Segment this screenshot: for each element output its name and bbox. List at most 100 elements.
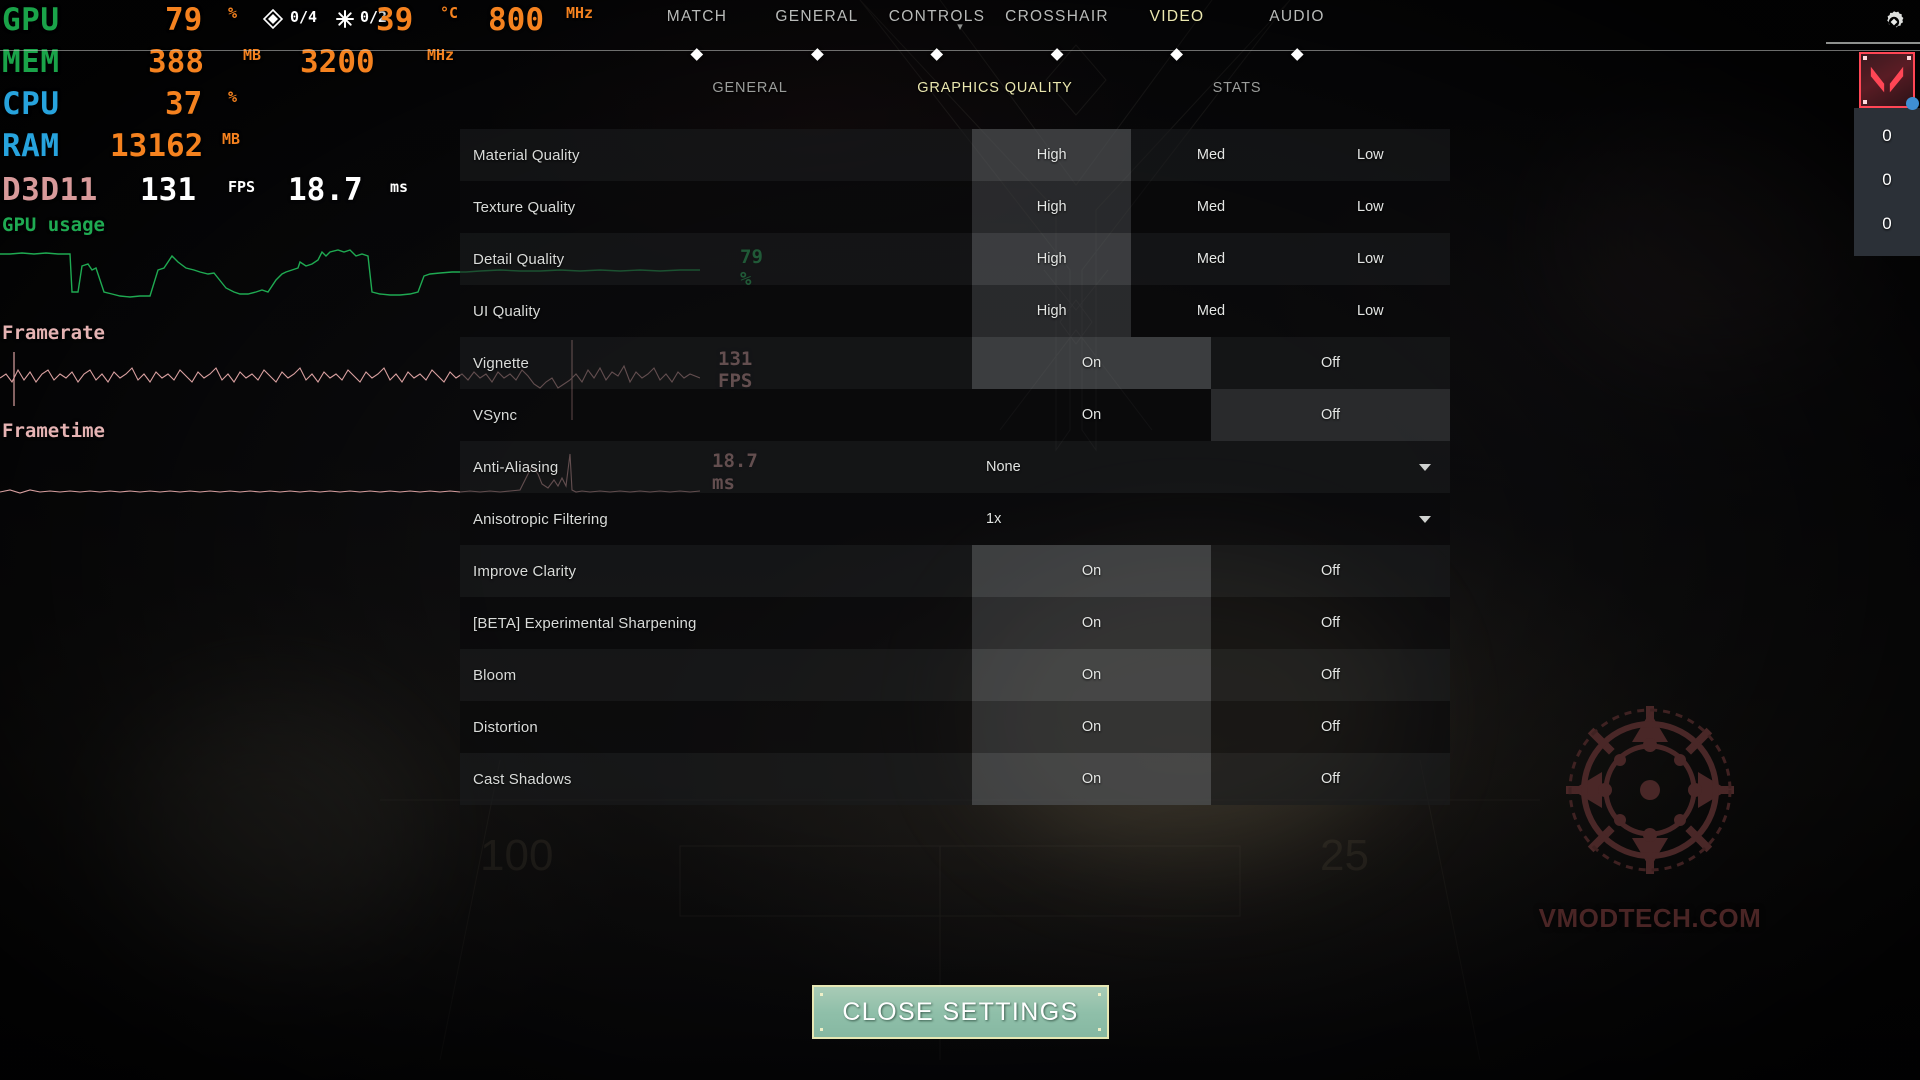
settings-row: Vignette On Off xyxy=(460,337,1450,389)
settings-option-on[interactable]: On xyxy=(972,389,1211,441)
settings-row-label: Detail Quality xyxy=(473,250,565,268)
settings-segment-group: On Off xyxy=(972,597,1450,649)
settings-option-on[interactable]: On xyxy=(972,597,1211,649)
settings-option-off[interactable]: Off xyxy=(1211,701,1450,753)
chevron-down-icon xyxy=(1419,515,1431,523)
osd-value-ram: 13162 xyxy=(110,128,204,164)
settings-option-high[interactable]: High xyxy=(972,129,1132,181)
hud-stat-value: 0 xyxy=(1882,170,1892,189)
osd-unit-cpu: % xyxy=(228,88,238,106)
settings-segment-group: On Off xyxy=(972,701,1450,753)
nav-item-label: VIDEO xyxy=(1149,8,1205,25)
settings-option-low[interactable]: Low xyxy=(1291,285,1450,337)
nav-item-label: MATCH xyxy=(666,8,728,25)
close-settings-label: CLOSE SETTINGS xyxy=(842,997,1079,1026)
osd-value-frametime: 18.7 xyxy=(288,172,363,208)
status-dot-icon xyxy=(1906,97,1919,110)
capture-hud-panel: 0 0 0 xyxy=(1826,40,1920,256)
settings-option-off[interactable]: Off xyxy=(1211,597,1450,649)
hud-stats-list: 0 0 0 xyxy=(1854,108,1920,256)
subtab-general[interactable]: GENERAL xyxy=(712,80,787,96)
settings-row-label: Cast Shadows xyxy=(473,770,572,788)
osd-graph-gpu-usage: GPU usage 79 % xyxy=(0,214,763,322)
settings-option-off[interactable]: Off xyxy=(1211,337,1450,389)
corner-dot-tr xyxy=(1098,993,1101,996)
osd-key-ram: RAM xyxy=(2,128,60,164)
settings-row-label: Texture Quality xyxy=(473,198,576,216)
settings-row-label: [BETA] Experimental Sharpening xyxy=(473,614,697,632)
settings-option-on[interactable]: On xyxy=(972,753,1211,805)
settings-row: Detail Quality High Med Low xyxy=(460,233,1450,285)
settings-row: Texture Quality High Med Low xyxy=(460,181,1450,233)
settings-option-high[interactable]: High xyxy=(972,233,1132,285)
settings-row: Distortion On Off xyxy=(460,701,1450,753)
main-navigation: MATCH GENERAL CONTROLS CROSSHAIR VIDEO AUDIO … xyxy=(0,0,1920,64)
nav-items-container: MATCH GENERAL CONTROLS CROSSHAIR VIDEO AUDIO xyxy=(600,8,1324,62)
settings-row: Material Quality High Med Low xyxy=(460,129,1450,181)
settings-dropdown[interactable]: None xyxy=(972,441,1450,493)
nav-item-label: CROSSHAIR xyxy=(1005,8,1109,25)
chevron-down-icon: ▾ xyxy=(957,21,963,33)
performance-osd-overlay: GPU 79 % 0/4 0/2 39 °C 800 MHz MEM 388 M… xyxy=(0,0,763,510)
nav-item-controls[interactable]: CONTROLS xyxy=(888,8,986,61)
subtab-graphics-quality[interactable]: GRAPHICS QUALITY xyxy=(917,80,1072,96)
settings-row: Improve Clarity On Off xyxy=(460,545,1450,597)
settings-row-label: Vignette xyxy=(473,354,529,372)
nav-item-audio[interactable]: AUDIO xyxy=(1269,8,1325,61)
settings-segment-group: On Off xyxy=(972,649,1450,701)
settings-option-off[interactable]: Off xyxy=(1211,389,1450,441)
corner-dot-br xyxy=(1098,1028,1101,1031)
nav-item-video[interactable]: VIDEO xyxy=(1149,8,1205,61)
close-settings-button[interactable]: CLOSE SETTINGS xyxy=(812,985,1109,1039)
osd-graph-framerate: Framerate 131 FPS xyxy=(0,322,752,420)
gear-icon[interactable] xyxy=(1880,8,1908,36)
settings-option-off[interactable]: Off xyxy=(1211,753,1450,805)
nav-item-crosshair[interactable]: CROSSHAIR xyxy=(1005,8,1109,61)
settings-row: Bloom On Off xyxy=(460,649,1450,701)
settings-option-low[interactable]: Low xyxy=(1291,129,1450,181)
settings-option-med[interactable]: Med xyxy=(1131,285,1290,337)
settings-row-label: Improve Clarity xyxy=(473,562,577,580)
nav-item-label: GENERAL xyxy=(775,8,859,25)
corner-dot-tl xyxy=(820,993,823,996)
settings-segment-group: On Off xyxy=(972,337,1450,389)
nav-item-diamond-icon xyxy=(810,48,824,61)
settings-option-on[interactable]: On xyxy=(972,701,1211,753)
nav-item-label: CONTROLS xyxy=(888,8,986,25)
settings-row: VSync On Off xyxy=(460,389,1450,441)
settings-option-med[interactable]: Med xyxy=(1131,129,1290,181)
hud-stat-value: 0 xyxy=(1882,214,1892,233)
settings-segment-group: High Med Low xyxy=(972,285,1450,337)
nav-item-match[interactable]: MATCH xyxy=(666,8,728,61)
settings-row: Anisotropic Filtering 1x xyxy=(460,493,1450,545)
settings-option-med[interactable]: Med xyxy=(1131,181,1290,233)
settings-option-low[interactable]: Low xyxy=(1291,181,1450,233)
game-screen: 100 25 GPU 79 % 0/4 0/2 39 °C 800 MHz xyxy=(0,0,1920,1080)
thumb-handle-bl[interactable] xyxy=(1863,100,1867,104)
valorant-logo-icon[interactable] xyxy=(1859,52,1919,110)
settings-dropdown-value: 1x xyxy=(986,511,1002,527)
osd-unit-fps: FPS xyxy=(228,178,256,196)
settings-option-off[interactable]: Off xyxy=(1211,649,1450,701)
settings-option-med[interactable]: Med xyxy=(1131,233,1290,285)
settings-dropdown-value: None xyxy=(986,459,1021,475)
thumb-handle-tl[interactable] xyxy=(1863,56,1867,60)
settings-option-on[interactable]: On xyxy=(972,337,1211,389)
subtab-stats[interactable]: STATS xyxy=(1213,80,1262,96)
settings-row: [BETA] Experimental Sharpening On Off xyxy=(460,597,1450,649)
nav-item-diamond-icon xyxy=(690,48,704,61)
settings-row-label: VSync xyxy=(473,406,518,424)
settings-option-on[interactable]: On xyxy=(972,649,1211,701)
settings-option-on[interactable]: On xyxy=(972,545,1211,597)
settings-option-high[interactable]: High xyxy=(972,285,1132,337)
settings-option-high[interactable]: High xyxy=(972,181,1132,233)
settings-dropdown[interactable]: 1x xyxy=(972,493,1450,545)
osd-graph-title-framerate: Framerate xyxy=(2,322,105,344)
settings-option-off[interactable]: Off xyxy=(1211,545,1450,597)
osd-value-cpu: 37 xyxy=(165,86,203,122)
thumb-handle-tr[interactable] xyxy=(1907,56,1911,60)
settings-row-label: Anisotropic Filtering xyxy=(473,510,608,528)
settings-option-low[interactable]: Low xyxy=(1291,233,1450,285)
nav-item-general[interactable]: GENERAL xyxy=(775,8,859,61)
settings-row-label: Material Quality xyxy=(473,146,580,164)
